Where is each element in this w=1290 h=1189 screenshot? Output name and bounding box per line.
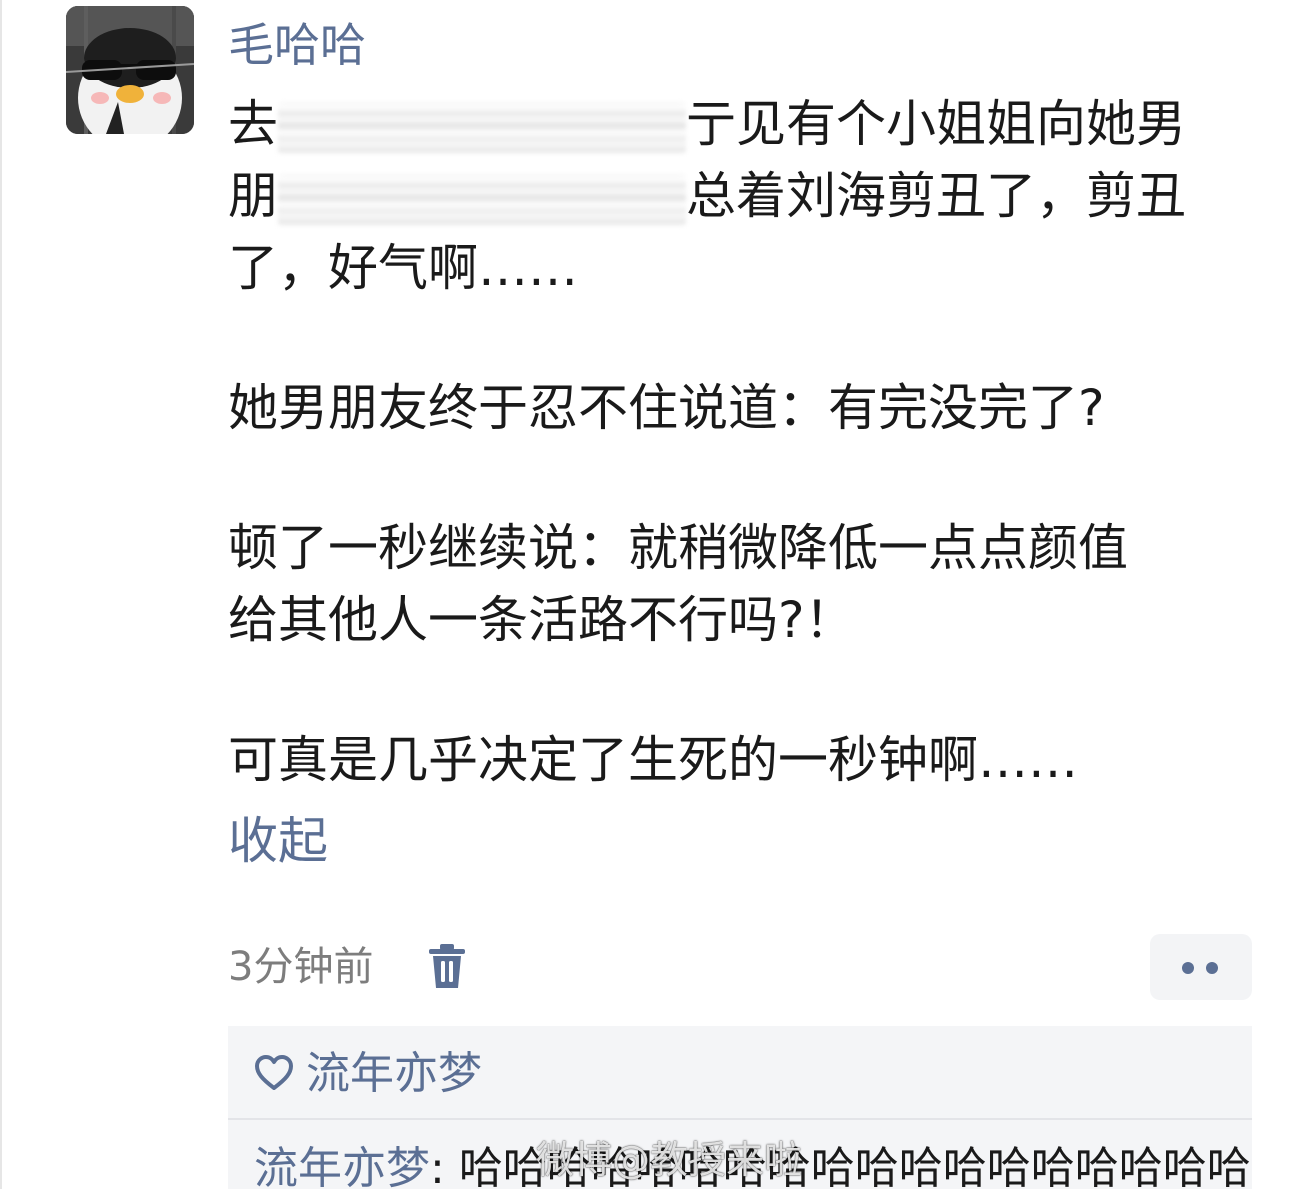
comment-text-fragment: 亍见有个小姐姐向她男 <box>686 95 1186 153</box>
more-dots-icon <box>1182 962 1194 974</box>
comment-body: 去 亍见有个小姐姐向她男 朋 总着刘海剪丑了，剪丑 了，好气啊…… 她男朋友终于忍不… <box>228 88 1228 796</box>
comment-text-fragment: 朋 <box>228 167 278 225</box>
trash-icon[interactable] <box>428 944 466 990</box>
comment-paragraph: 去 亍见有个小姐姐向她男 朋 总着刘海剪丑了，剪丑 了，好气啊…… <box>228 88 1228 304</box>
redacted-blur <box>278 173 686 226</box>
username[interactable]: 毛哈哈 <box>228 14 366 76</box>
comment-line: 顿了一秒继续说：就稍微降低一点点颜值 <box>228 519 1128 577</box>
comment-line: 去 亍见有个小姐姐向她男 <box>228 88 1228 160</box>
more-button[interactable] <box>1150 934 1252 1000</box>
collapse-link[interactable]: 收起 <box>228 808 328 874</box>
comment-paragraph: 可真是几乎决定了生死的一秒钟啊…… <box>228 724 1228 796</box>
comment-paragraph: 她男朋友终于忍不住说道：有完没完了? <box>228 372 1228 444</box>
comment-line: 了，好气啊…… <box>228 239 578 297</box>
comment-line: 给其他人一条活路不行吗?！ <box>228 591 855 649</box>
comment-line: 她男朋友终于忍不住说道：有完没完了? <box>228 379 1105 437</box>
avatar[interactable] <box>66 6 194 134</box>
comment-text-fragment: 去 <box>228 95 278 153</box>
comment-paragraph: 顿了一秒继续说：就稍微降低一点点颜值 给其他人一条活路不行吗?！ <box>228 512 1228 656</box>
comment-text-fragment: 总着刘海剪丑了，剪丑 <box>686 167 1186 225</box>
watermark: 微博@教授来啦 <box>536 1138 803 1182</box>
reply-author[interactable]: 流年亦梦 <box>254 1143 430 1189</box>
timestamp: 3分钟前 <box>228 944 374 990</box>
comment-line: 朋 总着刘海剪丑了，剪丑 <box>228 160 1228 232</box>
liker-name[interactable]: 流年亦梦 <box>306 1044 482 1104</box>
more-dots-icon <box>1206 962 1218 974</box>
heart-outline-icon <box>255 1055 293 1090</box>
penguin-avatar-icon <box>66 6 194 134</box>
reply-separator: : <box>430 1143 459 1189</box>
left-border <box>0 0 2 1189</box>
comment-line: 可真是几乎决定了生死的一秒钟啊…… <box>228 731 1078 789</box>
divider <box>228 1118 1252 1120</box>
redacted-blur <box>278 101 686 154</box>
